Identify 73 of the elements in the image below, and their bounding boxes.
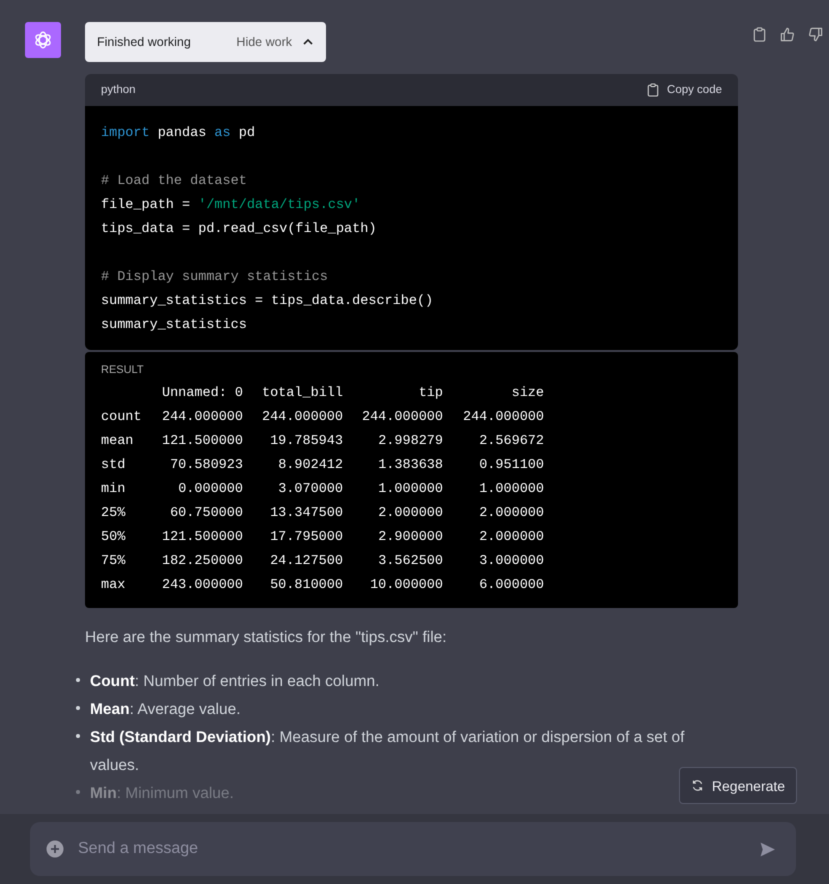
table-cell-text: 3.000000 xyxy=(478,553,544,571)
column-header: Unnamed: 0 xyxy=(160,385,243,403)
response-text: Here are the summary statistics for the "tips.csv" file: xyxy=(85,628,448,648)
message-field[interactable]: Send a message xyxy=(30,822,796,876)
table-cell-text: 1.000000 xyxy=(377,481,443,499)
table-cell-text: 8.902412 xyxy=(277,457,343,475)
table-cell-text: 24.127500 xyxy=(269,553,343,571)
copy-code-button[interactable]: Copy code xyxy=(647,83,722,97)
code-line: # Display summary statistics xyxy=(101,269,329,287)
code-line: tips_data = pd.read_csv(file_path) xyxy=(101,221,378,239)
bullet-dot xyxy=(76,790,80,794)
row-label: 50% xyxy=(101,529,126,547)
table-cell-text: 244.000000 xyxy=(360,409,443,427)
row-label: min xyxy=(101,481,126,499)
table-cell-text: 2.000000 xyxy=(377,505,443,523)
row-label: max xyxy=(101,577,126,595)
column-header: size xyxy=(510,385,544,403)
table-cell-text: 6.000000 xyxy=(478,577,544,595)
table-cell-text: 2.998279 xyxy=(377,433,443,451)
table-cell-text: 244.000000 xyxy=(260,409,343,427)
table-cell-text: 2.900000 xyxy=(377,529,443,547)
table-cell-text: 19.785943 xyxy=(269,433,343,451)
bullet-dot xyxy=(76,678,80,682)
bullet-text: Count: Number of entries in each column. xyxy=(90,672,380,692)
table-cell-text: 0.000000 xyxy=(177,481,243,499)
bullet-dot xyxy=(76,706,80,710)
refresh-icon xyxy=(690,779,704,792)
send-icon[interactable] xyxy=(759,840,776,858)
code-line: import pandas as pd xyxy=(101,125,256,143)
code-line: file_path = '/mnt/data/tips.csv' xyxy=(101,197,362,215)
table-cell-text: 244.000000 xyxy=(462,409,544,427)
regenerate-button[interactable]: Regenerate xyxy=(679,767,797,804)
plus-icon[interactable] xyxy=(46,840,64,858)
hide-work-toggle[interactable]: Hide work xyxy=(236,35,314,49)
row-label: 75% xyxy=(101,553,126,571)
table-cell-text: 1.000000 xyxy=(478,481,544,499)
table-cell-text: 13.347500 xyxy=(269,505,343,523)
table-cell-text: 121.500000 xyxy=(160,433,243,451)
table-cell-text: 2.000000 xyxy=(478,505,544,523)
thumbs-down-icon[interactable] xyxy=(808,27,823,42)
column-header: tip xyxy=(418,385,443,403)
bullet-text: Mean: Average value. xyxy=(90,700,241,720)
clipboard-icon xyxy=(647,83,660,97)
row-label: std xyxy=(101,457,126,475)
table-cell-text: 243.000000 xyxy=(160,577,243,595)
table-cell-text: 2.000000 xyxy=(478,529,544,547)
table-cell-text: 0.951100 xyxy=(478,457,544,475)
bullet-dot xyxy=(76,734,80,738)
table-cell-text: 182.250000 xyxy=(160,553,243,571)
status-label: Finished working xyxy=(97,35,192,49)
table-cell-text: 50.810000 xyxy=(269,577,343,595)
code-language: python xyxy=(101,84,136,96)
clipboard-icon[interactable] xyxy=(752,27,767,42)
code-line: summary_statistics xyxy=(101,317,248,335)
code-line: # Load the dataset xyxy=(101,173,248,191)
row-label: count xyxy=(101,409,143,427)
table-cell-text: 17.795000 xyxy=(269,529,343,547)
result-label: RESULT xyxy=(101,364,145,378)
table-cell-text: 60.750000 xyxy=(169,505,243,523)
table-cell-text: 3.070000 xyxy=(277,481,343,499)
table-cell-text: 121.500000 xyxy=(160,529,243,547)
row-label: 25% xyxy=(101,505,126,523)
bullet-text: Min: Minimum value. xyxy=(90,784,234,804)
code-line: summary_statistics = tips_data.describe() xyxy=(101,293,434,311)
table-cell-text: 10.000000 xyxy=(369,577,443,595)
table-cell-text: 70.580923 xyxy=(169,457,243,475)
thumbs-up-icon[interactable] xyxy=(780,27,795,42)
column-header: total_bill xyxy=(260,385,343,403)
row-label: mean xyxy=(101,433,134,451)
table-cell-text: 1.383638 xyxy=(377,457,443,475)
table-cell-text: 244.000000 xyxy=(160,409,243,427)
table-cell-text: 2.569672 xyxy=(478,433,544,451)
table-cell-text: 3.562500 xyxy=(377,553,443,571)
